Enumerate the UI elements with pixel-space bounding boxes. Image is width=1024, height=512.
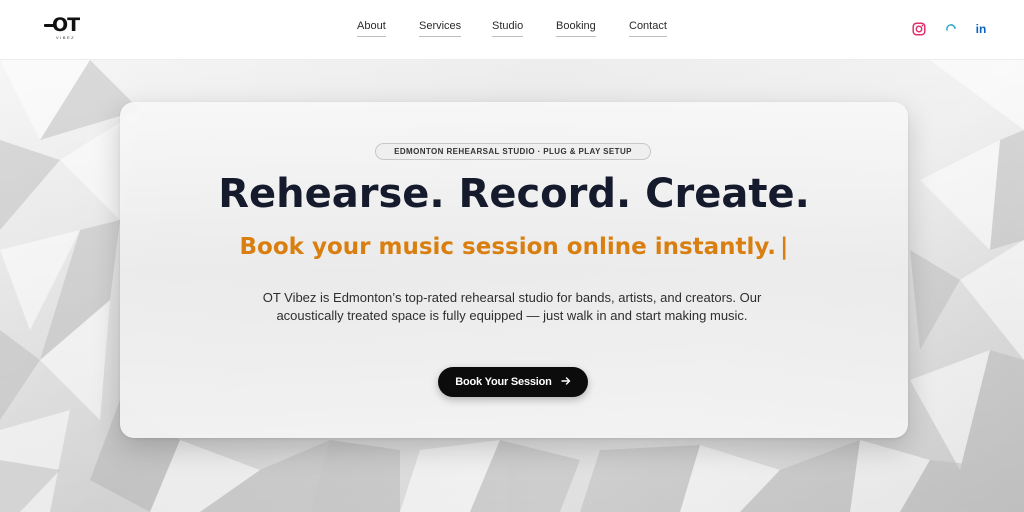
hero-subtitle-text: Book your music session online instantly…	[239, 234, 777, 260]
nav-services[interactable]: Services	[419, 18, 462, 37]
site-header: OT VIBEZ About Services Studio Booking C…	[0, 0, 1024, 60]
ot-vibez-logo[interactable]: OT VIBEZ	[44, 14, 86, 42]
tiktok-icon[interactable]	[943, 21, 959, 37]
logo-mark: OT	[52, 14, 80, 36]
nav-about[interactable]: About	[357, 18, 386, 37]
location-badge: EDMONTON REHEARSAL STUDIO · PLUG & PLAY …	[375, 143, 651, 160]
instagram-icon[interactable]	[911, 21, 927, 37]
typing-cursor: |	[780, 234, 789, 260]
hero-subtitle: Book your music session online instantly…	[120, 231, 908, 263]
hero-title: Rehearse. Record. Create.	[218, 171, 810, 217]
linkedin-label: in	[975, 22, 987, 36]
arrow-right-icon	[561, 376, 571, 389]
hero-description: OT Vibez is Edmonton’s top-rated rehears…	[262, 290, 762, 323]
linkedin-icon[interactable]: in	[973, 21, 989, 37]
nav-booking[interactable]: Booking	[556, 18, 596, 37]
book-session-button[interactable]: Book Your Session	[438, 367, 588, 397]
book-session-label: Book Your Session	[455, 376, 552, 388]
nav-studio[interactable]: Studio	[492, 18, 524, 37]
logo-subtext: VIBEZ	[56, 35, 76, 40]
nav-contact[interactable]: Contact	[629, 18, 667, 37]
